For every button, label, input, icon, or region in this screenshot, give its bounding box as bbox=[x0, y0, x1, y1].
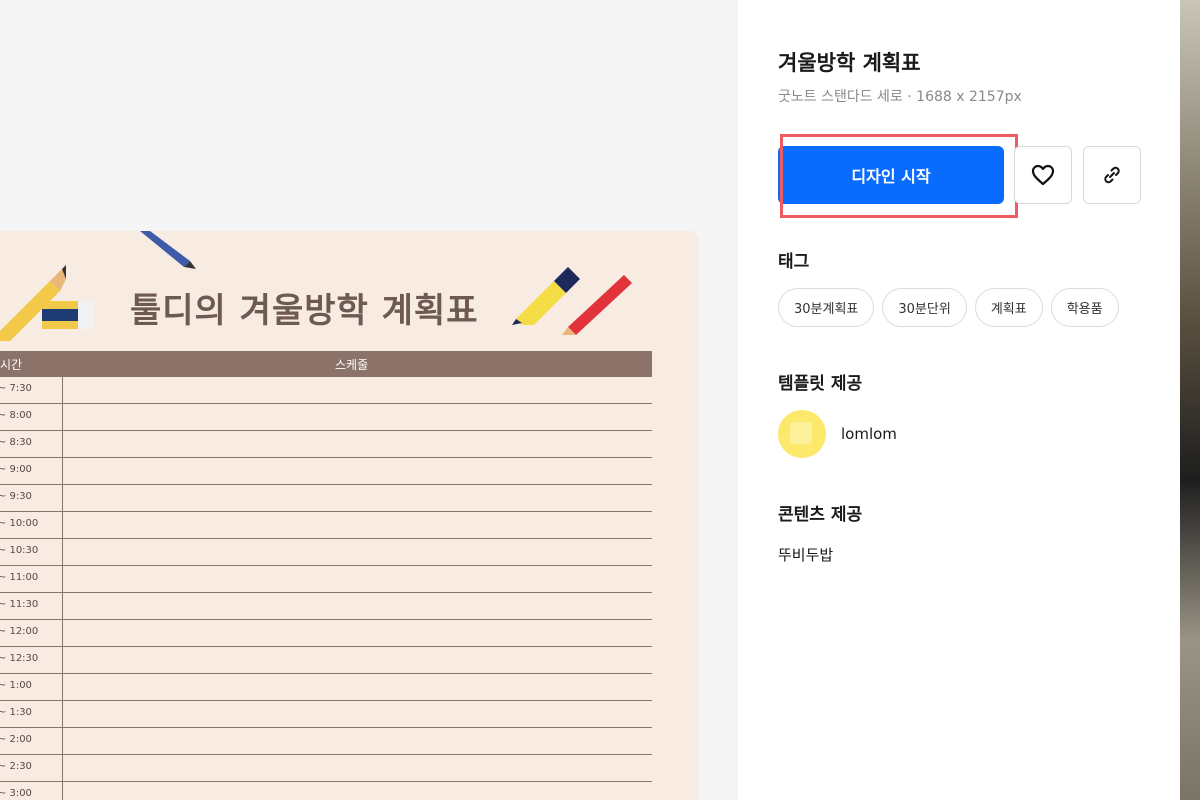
row-time-label: 00 ~ 1:30 bbox=[0, 707, 32, 718]
row-time-label: 30 ~ 11:00 bbox=[0, 572, 39, 583]
like-button[interactable] bbox=[1014, 146, 1072, 204]
row-time-label: 00 ~ 8:30 bbox=[0, 437, 32, 448]
blue-pencil-icon bbox=[140, 231, 196, 269]
row-time-label: 30 ~ 12:00 bbox=[0, 626, 39, 637]
background-image-edge bbox=[1180, 0, 1200, 800]
table-row: 00 ~ 11:30 bbox=[0, 593, 652, 620]
table-row: 30 ~ 11:00 bbox=[0, 566, 652, 593]
table-header: 시간 스케줄 bbox=[0, 351, 652, 377]
content-provider-heading: 콘텐츠 제공 bbox=[778, 505, 863, 525]
row-time-label: 00 ~ 10:30 bbox=[0, 545, 39, 556]
tag-chip[interactable]: 계획표 bbox=[974, 288, 1043, 327]
table-row: 00 ~ 2:30 bbox=[0, 755, 652, 782]
table-row: 30 ~ 2:00 bbox=[0, 728, 652, 755]
table-row: 00 ~ 8:30 bbox=[0, 431, 652, 458]
table-row: 30 ~ 9:00 bbox=[0, 458, 652, 485]
schedule-rows: 00 ~ 7:30 30 ~ 8:00 00 ~ 8:30 30 ~ 9:00 00 ~… bbox=[0, 377, 652, 800]
table-row: 30 ~ 8:00 bbox=[0, 404, 652, 431]
row-time-label: 30 ~ 10:00 bbox=[0, 518, 39, 529]
row-time-label: 30 ~ 1:00 bbox=[0, 680, 32, 691]
tag-list: 30분계획표 30분단위 계획표 학용품 bbox=[778, 288, 1119, 327]
template-preview-card[interactable]: 툴디의 겨울방학 계획표 시간 스케줄 00 ~ 7:3030 ~ 8:0000… bbox=[0, 231, 698, 800]
tag-chip[interactable]: 30분단위 bbox=[882, 288, 967, 327]
time-column-header: 시간 bbox=[0, 358, 23, 372]
tag-chip[interactable]: 30분계획표 bbox=[778, 288, 875, 327]
template-format-info: 굿노트 스탠다드 세로 · 1688 x 2157px bbox=[778, 89, 1022, 105]
row-time-label: 00 ~ 7:30 bbox=[0, 383, 32, 394]
schedule-column-header: 스케줄 bbox=[335, 358, 369, 372]
table-row: 00 ~ 12:30 bbox=[0, 647, 652, 674]
table-row: 30 ~ 1:00 bbox=[0, 674, 652, 701]
heart-icon bbox=[1031, 164, 1055, 186]
row-time-label: 30 ~ 9:00 bbox=[0, 464, 32, 475]
avatar[interactable] bbox=[778, 410, 826, 458]
template-detail-sidebar: 겨울방학 계획표 굿노트 스탠다드 세로 · 1688 x 2157px 디자인… bbox=[738, 0, 1180, 800]
table-row: 30 ~ 10:00 bbox=[0, 512, 652, 539]
red-pencil-icon bbox=[562, 275, 632, 335]
row-time-label: 30 ~ 8:00 bbox=[0, 410, 32, 421]
tag-chip[interactable]: 학용품 bbox=[1050, 288, 1119, 327]
template-title: 툴디의 겨울방학 계획표 bbox=[130, 291, 479, 331]
row-time-label: 00 ~ 11:30 bbox=[0, 599, 39, 610]
highlight-frame bbox=[780, 134, 1018, 218]
table-row: 30 ~ 3:00 bbox=[0, 782, 652, 800]
table-row: 30 ~ 12:00 bbox=[0, 620, 652, 647]
row-time-label: 00 ~ 9:30 bbox=[0, 491, 32, 502]
table-row: 00 ~ 10:30 bbox=[0, 539, 652, 566]
copy-link-button[interactable] bbox=[1083, 146, 1141, 204]
template-provider-heading: 템플릿 제공 bbox=[778, 374, 863, 394]
tags-heading: 태그 bbox=[778, 252, 810, 272]
template-name: 겨울방학 계획표 bbox=[778, 51, 921, 75]
content-provider-name: 뚜비두밥 bbox=[778, 546, 834, 564]
row-time-label: 30 ~ 3:00 bbox=[0, 788, 32, 799]
template-provider[interactable]: lomlom bbox=[778, 410, 897, 458]
link-icon bbox=[1104, 166, 1120, 184]
row-time-label: 00 ~ 12:30 bbox=[0, 653, 39, 664]
template-preview-area: 툴디의 겨울방학 계획표 시간 스케줄 00 ~ 7:3030 ~ 8:0000… bbox=[0, 0, 738, 800]
template-provider-name[interactable]: lomlom bbox=[841, 425, 897, 443]
row-time-label: 00 ~ 2:30 bbox=[0, 761, 32, 772]
table-row: 00 ~ 1:30 bbox=[0, 701, 652, 728]
row-time-label: 30 ~ 2:00 bbox=[0, 734, 32, 745]
table-row: 00 ~ 7:30 bbox=[0, 377, 652, 404]
eraser-icon bbox=[42, 301, 94, 329]
table-row: 00 ~ 9:30 bbox=[0, 485, 652, 512]
